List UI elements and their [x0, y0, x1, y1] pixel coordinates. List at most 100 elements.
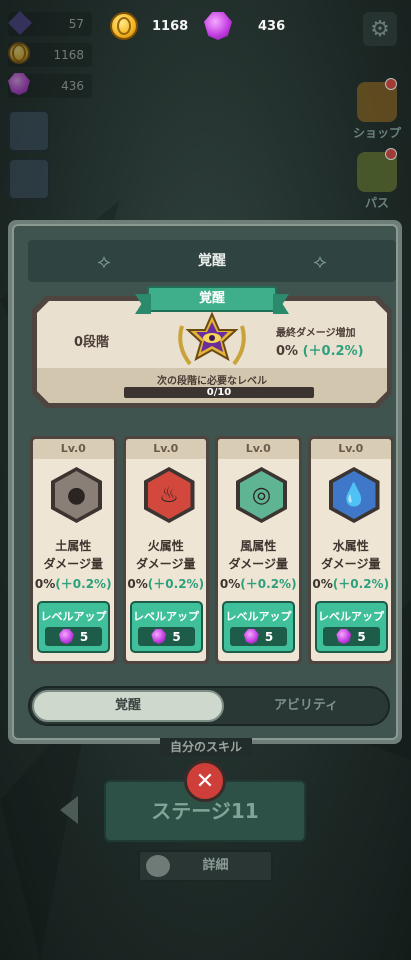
earth-icon: ● — [55, 471, 98, 519]
card-inner: Lv.0 ● 土属性 ダメージ量 0%(＋0.2%) レベルアップ 5 — [33, 439, 114, 661]
element-damage-value: 0% — [127, 577, 148, 591]
gem-icon — [58, 629, 74, 644]
tab-bar: 覚醒 アビリティ — [28, 686, 390, 726]
card-level: Lv.0 — [310, 439, 391, 459]
level-up-button[interactable]: レベルアップ 5 — [129, 601, 203, 653]
level-up-cost-value: 5 — [357, 629, 366, 644]
element-damage: 0%(＋0.2%) — [33, 575, 114, 592]
element-badge: 💧 — [328, 467, 380, 523]
energy-icon — [8, 11, 32, 35]
fire-icon: ♨ — [147, 471, 191, 519]
side-gem-display: 436 — [8, 73, 92, 98]
element-name: 火属性 — [147, 539, 184, 553]
detail-button[interactable]: 詳細 — [138, 850, 273, 882]
awakening-progress-bar: 0/10 — [124, 387, 314, 398]
element-name: 土属性 — [55, 539, 92, 553]
element-badge: ● — [51, 467, 102, 523]
element-damage-value: 0% — [312, 577, 333, 591]
pass-label: パス — [364, 196, 389, 210]
ornament-icon: ⟡ — [313, 249, 327, 273]
element-damage-bonus: (＋0.2%) — [240, 577, 297, 591]
element-badge: ◎ — [236, 467, 287, 523]
element-badge: ♨ — [143, 467, 195, 523]
element-damage: 0%(＋0.2%) — [218, 575, 299, 592]
top-gem-count: 436 — [258, 18, 286, 34]
level-up-label: レベルアップ — [318, 610, 384, 623]
left-arrow-icon[interactable] — [60, 796, 78, 824]
gem-icon — [243, 629, 259, 644]
card-level: Lv.0 — [218, 439, 299, 459]
final-damage-bonus: (＋0.2%) — [302, 344, 364, 359]
notification-dot — [385, 78, 397, 90]
element-damage-bonus: (＋0.2%) — [332, 577, 390, 591]
level-up-label: レベルアップ — [40, 610, 107, 623]
awakening-panel: ⟡ 覚醒 ⟡ 覚醒 0段階 最終ダメージ増加 0% (＋0.2%) 次の段階に必… — [8, 220, 402, 744]
element-sub: ダメージ量 — [321, 557, 381, 571]
awakening-stage: 0段階 — [74, 335, 110, 350]
element-damage-bonus: (＋0.2%) — [147, 577, 205, 591]
level-up-label: レベルアップ — [225, 610, 292, 623]
element-damage-bonus: (＋0.2%) — [55, 577, 112, 591]
level-up-cost-value: 5 — [264, 629, 274, 644]
gem-icon — [151, 629, 167, 644]
card-level: Lv.0 — [33, 439, 114, 459]
side-coin-count: 1168 — [53, 48, 84, 62]
side-energy-display: 57 — [8, 11, 92, 36]
level-up-cost: 5 — [322, 627, 380, 646]
close-icon[interactable]: ✕ — [184, 760, 226, 802]
hero-avatar[interactable] — [8, 158, 50, 200]
element-damage: 0%(＋0.2%) — [311, 575, 392, 592]
pass-ticket-icon — [357, 148, 397, 192]
next-level-label: 次の段階に必要なレベル — [157, 376, 267, 387]
element-name: 水属性 — [332, 539, 369, 553]
level-up-label: レベルアップ — [133, 610, 199, 623]
level-up-button[interactable]: レベルアップ 5 — [314, 601, 388, 653]
side-energy-count: 57 — [68, 17, 84, 31]
final-damage-value: 0% (＋0.2%) — [276, 340, 364, 359]
shop-label: ショップ — [353, 126, 402, 140]
element-card: Lv.0 ● 土属性 ダメージ量 0%(＋0.2%) レベルアップ 5 — [30, 436, 117, 664]
element-card: Lv.0 💧 水属性 ダメージ量 0%(＋0.2%) レベルアップ 5 — [307, 436, 394, 664]
element-card: Lv.0 ◎ 風属性 ダメージ量 0%(＋0.2%) レベルアップ 5 — [215, 436, 302, 664]
hero-avatar[interactable] — [8, 110, 50, 152]
shop-button[interactable]: ショップ — [353, 78, 402, 141]
skull-icon — [146, 855, 170, 877]
progress-text: 0/10 — [206, 387, 232, 398]
level-up-cost: 5 — [230, 627, 287, 646]
coin-icon — [110, 12, 138, 40]
level-up-cost-value: 5 — [79, 629, 89, 644]
side-coin-display: 1168 — [8, 42, 92, 67]
my-skill-label: 自分のスキル — [160, 738, 252, 756]
side-gem-count: 436 — [61, 79, 84, 93]
pass-button[interactable]: パス — [353, 148, 401, 211]
water-icon: 💧 — [332, 471, 376, 519]
awakening-eye-emblem-icon — [178, 312, 246, 366]
final-damage-label: 最終ダメージ増加 — [276, 328, 356, 339]
gem-icon — [336, 629, 352, 644]
element-sub: ダメージ量 — [228, 557, 288, 571]
element-sub: ダメージ量 — [136, 557, 196, 571]
panel-header: ⟡ 覚醒 ⟡ — [28, 240, 396, 282]
card-inner: Lv.0 ♨ 火属性 ダメージ量 0%(＋0.2%) レベルアップ 5 — [125, 439, 206, 661]
level-up-button[interactable]: レベルアップ 5 — [37, 601, 110, 653]
detail-button-label: 詳細 — [202, 858, 229, 873]
element-name: 風属性 — [240, 539, 277, 553]
top-coin-count: 1168 — [152, 18, 189, 34]
wind-icon: ◎ — [240, 471, 283, 519]
element-card-list: Lv.0 ● 土属性 ダメージ量 0%(＋0.2%) レベルアップ 5 Lv.0… — [30, 436, 394, 664]
element-sub: ダメージ量 — [43, 557, 103, 571]
level-up-cost-value: 5 — [172, 629, 181, 644]
panel-title: 覚醒 — [198, 253, 226, 269]
element-card: Lv.0 ♨ 火属性 ダメージ量 0%(＋0.2%) レベルアップ 5 — [122, 436, 209, 664]
settings-gear-icon[interactable]: ⚙ — [363, 12, 397, 46]
tab-awakening[interactable]: 覚醒 — [32, 690, 224, 722]
level-up-cost: 5 — [137, 627, 195, 646]
card-inner: Lv.0 ◎ 風属性 ダメージ量 0%(＋0.2%) レベルアップ 5 — [218, 439, 299, 661]
awakening-summary-card: 覚醒 0段階 最終ダメージ増加 0% (＋0.2%) 次の段階に必要なレベル 0… — [32, 286, 392, 412]
coin-icon — [8, 42, 30, 64]
level-up-button[interactable]: レベルアップ 5 — [222, 601, 295, 653]
gem-icon — [204, 12, 232, 40]
tab-ability[interactable]: アビリティ — [226, 690, 386, 722]
panel-body: ⟡ 覚醒 ⟡ 覚醒 0段階 最終ダメージ増加 0% (＋0.2%) 次の段階に必… — [12, 224, 398, 740]
card-level: Lv.0 — [125, 439, 206, 459]
